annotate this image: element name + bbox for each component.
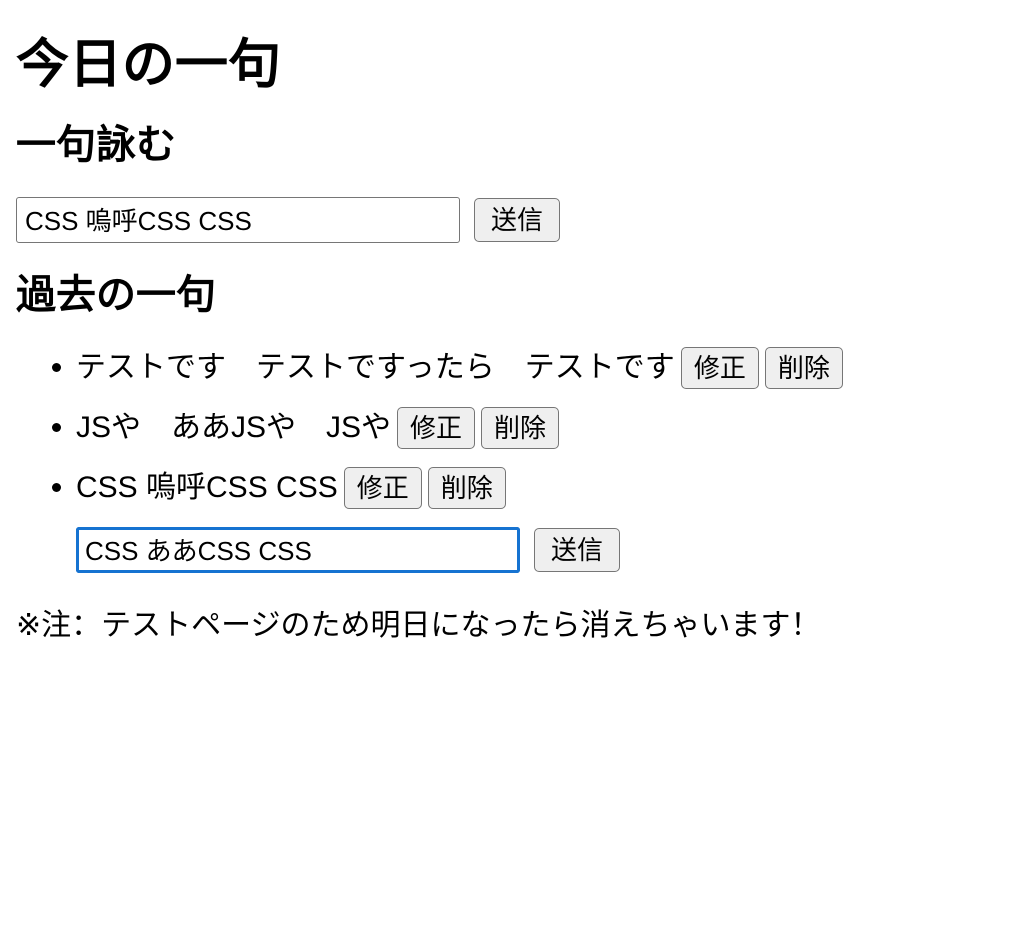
delete-button[interactable]: 削除 xyxy=(427,466,506,509)
page-title: 今日の一句 xyxy=(16,35,281,94)
compose-haiku-input[interactable] xyxy=(16,196,460,243)
edit-button[interactable]: 修正 xyxy=(680,346,759,389)
inline-edit-row: 送信 xyxy=(76,526,1014,573)
footnote: ※注：テストページのため明日になったら消えちゃいます！ xyxy=(16,608,821,642)
compose-form: 送信 xyxy=(16,196,1014,243)
haiku-text: JSや ああJSや JSや xyxy=(76,410,392,444)
edit-button[interactable]: 修正 xyxy=(343,466,422,509)
past-section-heading: 過去の一句 xyxy=(16,272,216,317)
compose-submit-button[interactable]: 送信 xyxy=(474,197,561,242)
compose-section-heading: 一句詠む xyxy=(16,122,176,167)
delete-button[interactable]: 削除 xyxy=(764,346,843,389)
list-item: CSS 嗚呼CSS CSS修正削除 xyxy=(76,466,1014,509)
inline-edit-form: 送信 xyxy=(76,526,1014,573)
page-root: 今日の一句 一句詠む 送信 過去の一句 テストです テストですったら テストです… xyxy=(0,0,1022,650)
past-haiku-list: テストです テストですったら テストです修正削除 JSや ああJSや JSや修正… xyxy=(16,346,1014,573)
edit-button[interactable]: 修正 xyxy=(397,406,476,449)
edit-submit-button[interactable]: 送信 xyxy=(534,527,621,572)
delete-button[interactable]: 削除 xyxy=(481,406,560,449)
edit-haiku-input[interactable] xyxy=(76,526,520,573)
haiku-text: CSS 嗚呼CSS CSS xyxy=(76,470,338,504)
haiku-text: テストです テストですったら テストです xyxy=(76,350,675,384)
list-item: テストです テストですったら テストです修正削除 xyxy=(76,346,1014,389)
list-item: JSや ああJSや JSや修正削除 xyxy=(76,406,1014,449)
